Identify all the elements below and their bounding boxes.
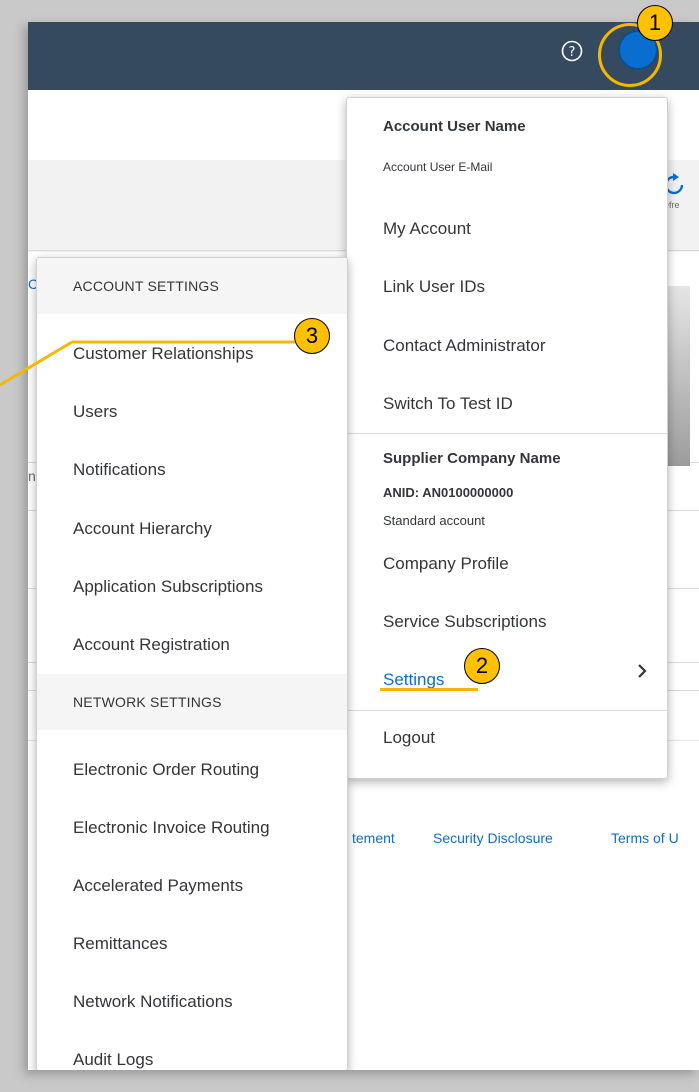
user-menu-dropdown: Account User Name Account User E-Mail My… (346, 97, 668, 779)
chevron-right-icon (638, 664, 647, 678)
menu-item-link-user-ids[interactable]: Link User IDs (383, 277, 485, 297)
callout-badge-step-1: 1 (637, 5, 673, 41)
submenu-item-application-subscriptions[interactable]: Application Subscriptions (73, 577, 263, 597)
submenu-item-network-notifications[interactable]: Network Notifications (73, 992, 233, 1012)
account-settings-section: ACCOUNT SETTINGS (37, 258, 347, 314)
submenu-item-customer-relationships[interactable]: Customer Relationships (73, 344, 253, 364)
account-user-email: Account User E-Mail (383, 160, 493, 174)
submenu-item-account-registration[interactable]: Account Registration (73, 635, 230, 655)
account-user-name: Account User Name (383, 118, 526, 135)
menu-item-switch-to-test-id[interactable]: Switch To Test ID (383, 394, 513, 414)
menu-item-company-profile[interactable]: Company Profile (383, 554, 509, 574)
submenu-item-electronic-invoice-routing[interactable]: Electronic Invoice Routing (73, 818, 270, 838)
menu-item-my-account[interactable]: My Account (383, 219, 471, 239)
help-circle-icon[interactable]: ? (561, 40, 583, 62)
svg-text:?: ? (569, 45, 576, 60)
account-type: Standard account (383, 513, 485, 528)
menu-divider (347, 433, 667, 434)
callout-badge-step-2: 2 (464, 648, 500, 684)
settings-highlight-underline (380, 688, 478, 691)
settings-submenu: ACCOUNT SETTINGS Customer Relationships … (36, 257, 348, 1070)
menu-divider (347, 710, 667, 711)
footer-link[interactable]: tement (352, 830, 395, 846)
network-settings-section: NETWORK SETTINGS (37, 674, 347, 730)
background-text-fragment: n (28, 468, 36, 484)
submenu-item-notifications[interactable]: Notifications (73, 460, 166, 480)
supplier-company-name: Supplier Company Name (383, 450, 561, 467)
menu-item-contact-administrator[interactable]: Contact Administrator (383, 336, 546, 356)
footer-link-terms[interactable]: Terms of U (611, 830, 679, 846)
app-window: ? efre C n tement Security Disclosure Te… (28, 22, 699, 1070)
submenu-item-users[interactable]: Users (73, 402, 117, 422)
menu-item-logout[interactable]: Logout (383, 728, 435, 748)
submenu-item-accelerated-payments[interactable]: Accelerated Payments (73, 876, 243, 896)
submenu-item-electronic-order-routing[interactable]: Electronic Order Routing (73, 760, 259, 780)
menu-item-service-subscriptions[interactable]: Service Subscriptions (383, 612, 546, 632)
menu-item-settings[interactable]: Settings (383, 670, 444, 690)
anid-value: ANID: AN0100000000 (383, 485, 514, 500)
account-settings-heading: ACCOUNT SETTINGS (73, 278, 220, 294)
network-settings-heading: NETWORK SETTINGS (73, 694, 222, 710)
callout-badge-step-3: 3 (294, 318, 330, 354)
footer-link-security-disclosure[interactable]: Security Disclosure (433, 830, 553, 846)
submenu-item-audit-logs[interactable]: Audit Logs (73, 1050, 153, 1070)
submenu-item-account-hierarchy[interactable]: Account Hierarchy (73, 519, 212, 539)
submenu-item-remittances[interactable]: Remittances (73, 934, 167, 954)
